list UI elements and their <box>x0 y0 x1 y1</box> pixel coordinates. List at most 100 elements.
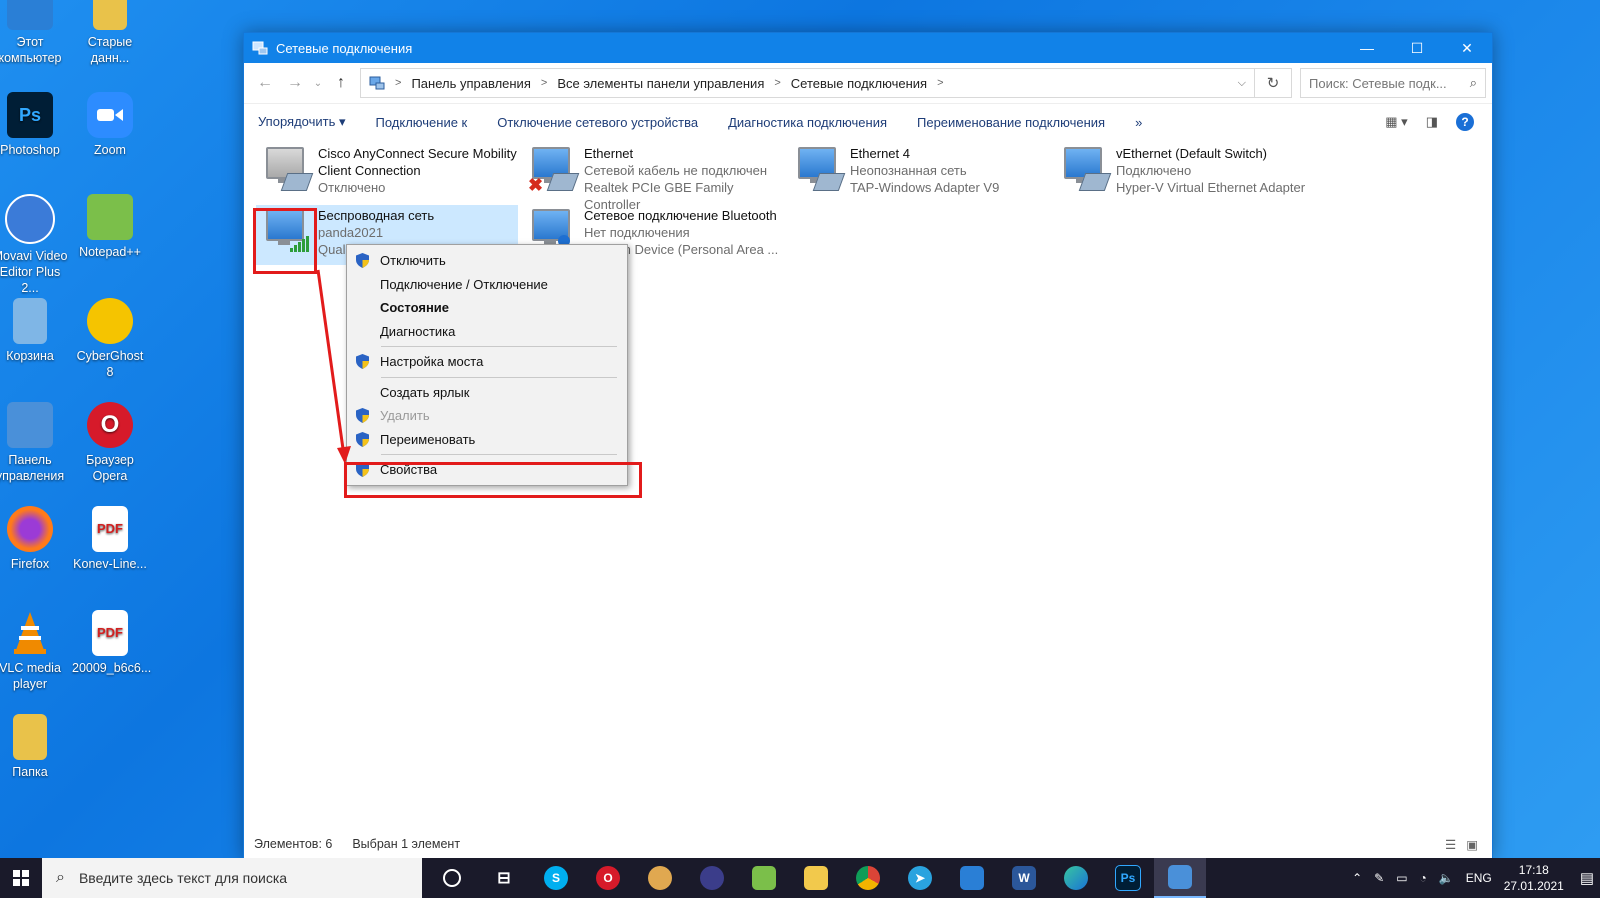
desktop-icon-folder[interactable]: Папка <box>0 714 68 780</box>
word-icon[interactable]: W <box>998 858 1050 898</box>
highlight-properties-item <box>344 462 642 498</box>
change-view-icon[interactable]: ▦ ▾ <box>1385 114 1407 130</box>
edge-icon[interactable] <box>1050 858 1102 898</box>
menu-item-label: Отключить <box>380 253 446 269</box>
status-bar: Элементов: 6 Выбран 1 элемент ☰ ▣ <box>244 829 1492 859</box>
menu-item-label: Диагностика <box>380 323 456 339</box>
photoshop-taskbar-icon[interactable]: Ps <box>1102 858 1154 898</box>
pen-icon[interactable]: ✎ <box>1374 871 1384 885</box>
zoom-icon <box>87 92 133 138</box>
connection-vethernet[interactable]: vEthernet (Default Switch) Подключено Hy… <box>1054 143 1344 203</box>
opera-taskbar-icon[interactable]: O <box>582 858 634 898</box>
desktop-icon-control-panel[interactable]: Панель управления <box>0 402 68 484</box>
desktop-icon-label: Папка <box>12 765 48 779</box>
menu-item-create-shortcut[interactable]: Создать ярлык <box>347 381 627 405</box>
start-button[interactable] <box>0 858 42 898</box>
skype-icon[interactable]: S <box>530 858 582 898</box>
eclipse-icon[interactable] <box>686 858 738 898</box>
battery-icon[interactable]: ▭ <box>1396 871 1407 885</box>
address-bar[interactable]: > Панель управления > Все элементы панел… <box>360 68 1255 98</box>
menu-item-diagnose[interactable]: Диагностика <box>347 320 627 344</box>
desktop-icon-photoshop[interactable]: Ps Photoshop <box>0 92 68 158</box>
preview-pane-icon[interactable]: ◨ <box>1426 114 1438 130</box>
desktop-icon-this-pc[interactable]: Этот компьютер <box>0 0 68 66</box>
volume-icon[interactable]: 🔈 <box>1439 871 1454 885</box>
disable-device-button[interactable]: Отключение сетевого устройства <box>497 115 698 130</box>
details-view-icon[interactable]: ☰ <box>1445 837 1456 852</box>
menu-item-label: Удалить <box>380 408 430 424</box>
notifications-icon[interactable]: ▤ <box>1580 869 1594 887</box>
uac-shield-icon <box>356 354 369 369</box>
search-input[interactable]: Поиск: Сетевые подк... ⌕ <box>1300 68 1486 98</box>
address-row: ← → ⌄ ↑ > Панель управления > Все элемен… <box>244 63 1492 104</box>
menu-separator <box>381 454 617 455</box>
task-view-icon[interactable]: ⊟ <box>478 858 530 898</box>
desktop-icon-label: VLC media player <box>0 661 61 691</box>
breadcrumb-network-connections[interactable]: Сетевые подключения <box>791 76 927 91</box>
connect-to-button[interactable]: Подключение к <box>376 115 468 130</box>
uac-shield-icon <box>356 408 369 423</box>
computer-icon <box>7 0 53 30</box>
menu-item-status[interactable]: Состояние <box>347 296 627 320</box>
taskbar-search-input[interactable]: ⌕ Введите здесь текст для поиска <box>42 858 422 898</box>
help-icon[interactable]: ? <box>1456 113 1474 131</box>
forward-arrow-icon[interactable]: → <box>280 74 310 92</box>
menu-item-delete[interactable]: Удалить <box>347 404 627 428</box>
desktop-icon-20009-pdf[interactable]: PDF 20009_b6c6... <box>72 610 151 676</box>
more-commands-button[interactable]: » <box>1135 115 1142 130</box>
connection-name: Cisco AnyConnect Secure Mobility Client … <box>318 146 517 178</box>
menu-item-rename[interactable]: Переименовать <box>347 428 627 452</box>
maximize-button[interactable]: ☐ <box>1392 33 1442 63</box>
desktop-icon-cyberghost[interactable]: CyberGhost 8 <box>72 298 148 380</box>
close-button[interactable]: ✕ <box>1442 33 1492 63</box>
photos-icon[interactable] <box>946 858 998 898</box>
connection-status: Отключено <box>318 180 386 195</box>
desktop-icon-recycle-bin[interactable]: Корзина <box>0 298 68 364</box>
wifi-icon[interactable]: ◔ <box>1420 871 1427 885</box>
back-arrow-icon[interactable]: ← <box>250 74 280 92</box>
connection-ethernet[interactable]: ✖ Ethernet Сетевой кабель не подключен R… <box>522 143 784 212</box>
connection-name: Беспроводная сеть <box>318 208 435 223</box>
control-panel-taskbar-icon[interactable] <box>1154 858 1206 898</box>
desktop-icon-firefox[interactable]: Firefox <box>0 506 68 572</box>
refresh-icon[interactable]: ↻ <box>1255 68 1292 98</box>
menu-item-label: Состояние <box>380 300 450 316</box>
cortana-icon[interactable] <box>426 858 478 898</box>
network-adapter-icon <box>256 143 314 201</box>
file-explorer-icon[interactable] <box>790 858 842 898</box>
connection-cisco[interactable]: Cisco AnyConnect Secure Mobility Client … <box>256 143 518 203</box>
clock[interactable]: 17:18 27.01.2021 <box>1504 862 1564 894</box>
minimize-button[interactable]: — <box>1342 33 1392 63</box>
desktop-icon-konev-pdf[interactable]: PDF Konev-Line... <box>72 506 148 572</box>
input-language[interactable]: ENG <box>1466 871 1492 885</box>
desktop-icon-old-data[interactable]: Старые данн... <box>72 0 148 66</box>
menu-item-connect-disconnect[interactable]: Подключение / Отключение <box>347 273 627 297</box>
desktop-icon-opera[interactable]: O Браузер Opera <box>72 402 148 484</box>
desktop-icon-label: Браузер Opera <box>86 453 134 483</box>
organize-button[interactable]: Упорядочить ▾ <box>258 114 346 130</box>
desktop-icon-zoom[interactable]: Zoom <box>72 92 148 158</box>
desktop-icon-movavi[interactable]: Movavi Video Editor Plus 2... <box>0 194 68 296</box>
large-icons-view-icon[interactable]: ▣ <box>1466 837 1478 852</box>
pdf-icon: PDF <box>92 506 128 552</box>
diagnose-button[interactable]: Диагностика подключения <box>728 115 887 130</box>
recent-locations-chevron-icon[interactable]: ⌄ <box>310 78 326 89</box>
address-dropdown-icon[interactable]: ⌵ <box>1238 77 1246 90</box>
notepadpp-taskbar-icon[interactable] <box>738 858 790 898</box>
menu-item-disable[interactable]: Отключить <box>347 249 627 273</box>
windows-logo-icon <box>13 870 29 886</box>
chrome-icon[interactable] <box>842 858 894 898</box>
connection-ethernet-4[interactable]: Ethernet 4 Неопознанная сеть TAP-Windows… <box>788 143 1050 203</box>
tray-overflow-icon[interactable]: ⌃ <box>1352 871 1362 885</box>
menu-item-bridge[interactable]: Настройка моста <box>347 350 627 374</box>
telegram-icon[interactable]: ➤ <box>894 858 946 898</box>
desktop-icon-notepadpp[interactable]: Notepad++ <box>72 194 148 260</box>
document-icon <box>93 0 127 30</box>
title-bar[interactable]: Сетевые подключения — ☐ ✕ <box>244 33 1492 63</box>
up-arrow-icon[interactable]: ↑ <box>326 74 356 92</box>
app-face-icon[interactable] <box>634 858 686 898</box>
breadcrumb-all-items[interactable]: Все элементы панели управления <box>557 76 764 91</box>
breadcrumb-control-panel[interactable]: Панель управления <box>411 76 530 91</box>
rename-button[interactable]: Переименование подключения <box>917 115 1105 130</box>
desktop-icon-vlc[interactable]: VLC media player <box>0 610 68 692</box>
